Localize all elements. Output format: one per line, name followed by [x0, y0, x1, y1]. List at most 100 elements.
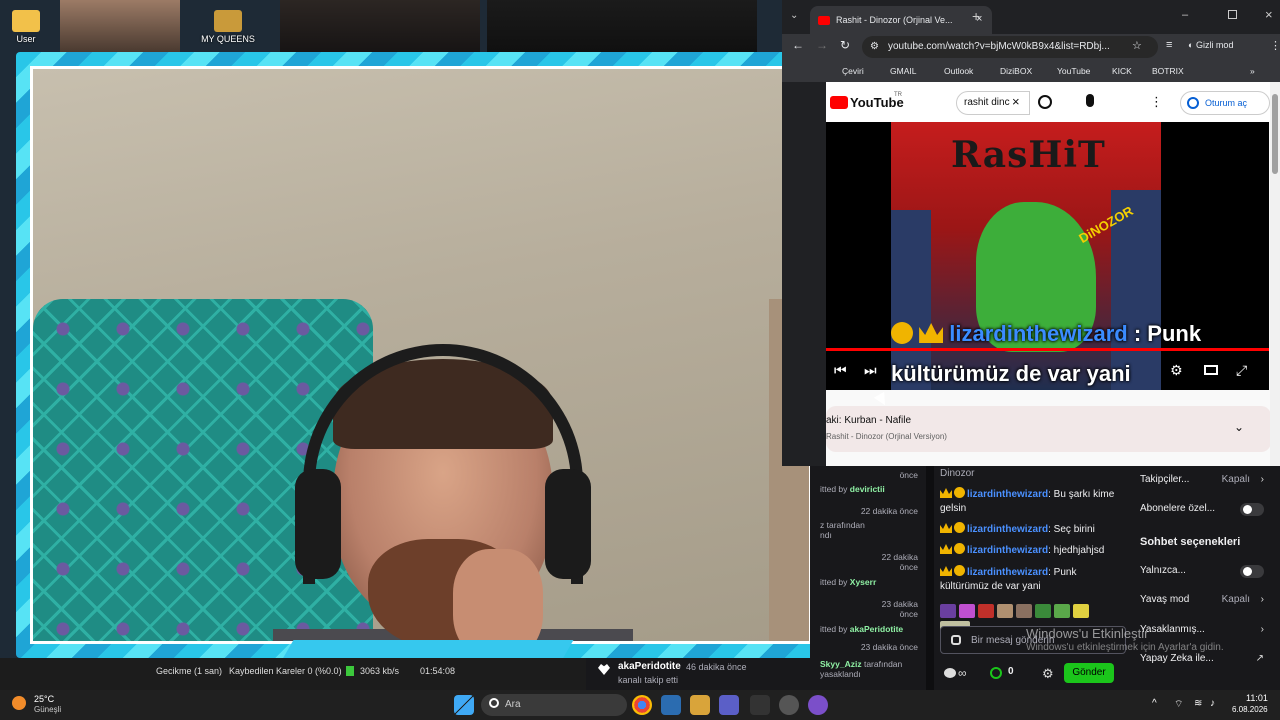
bookmarks-bar: Çeviri GMAIL Outlook DiziBOX YouTube KIC…	[782, 60, 1280, 82]
scrollbar[interactable]	[1270, 82, 1280, 466]
close-icon[interactable]: ×	[1265, 7, 1273, 22]
site-info-icon[interactable]: ⚙	[870, 41, 879, 52]
forward-icon[interactable]: →	[816, 38, 828, 52]
overlay-line: lizardinthewizard : Punk	[891, 314, 1269, 354]
chat-message[interactable]: lizardinthewizard: hjedhjahjsd	[940, 543, 1126, 558]
weather-temp[interactable]: 25°C	[34, 694, 54, 704]
bookmark-star-icon[interactable]: ☆	[1132, 39, 1142, 52]
more-menu-icon[interactable]: ⋮	[1270, 39, 1280, 52]
back-icon[interactable]: ←	[792, 38, 804, 52]
activity-item[interactable]: itted by Xyserr	[820, 577, 920, 587]
chevron-right-icon: ›	[1260, 624, 1264, 635]
setting-slow-mode[interactable]: Yavaş mod Kapalı ›	[1140, 594, 1264, 610]
next-icon[interactable]: ⏭	[864, 362, 877, 379]
user-icon[interactable]	[944, 668, 956, 678]
emote-icon[interactable]	[997, 604, 1013, 618]
new-tab-icon[interactable]: +	[972, 8, 980, 24]
activity-time: 22 dakika önce	[860, 506, 918, 516]
setting-only[interactable]: Yalnızca...	[1140, 565, 1264, 581]
chevron-right-icon: ›	[1260, 594, 1264, 605]
windows-start-icon[interactable]	[454, 695, 474, 715]
chat-message[interactable]: lizardinthewizard: Bu şarkı kime gelsin	[940, 487, 1126, 516]
address-bar[interactable]: ⚙ youtube.com/watch?v=bjMcW0kB9x4&list=R…	[862, 36, 1158, 58]
next-song-card[interactable]: aki: Kurban - Nafile Rashit - Dinozor (O…	[826, 406, 1271, 452]
chevron-up-icon[interactable]: ^	[1152, 698, 1157, 709]
browser-tab[interactable]: Rashit - Dinozor (Orjinal Ve... ×	[810, 6, 992, 34]
clock-time[interactable]: 11:01	[1246, 693, 1268, 703]
tab-search-icon[interactable]: ⌄	[790, 10, 798, 21]
emote-icon[interactable]	[1016, 604, 1032, 618]
emote-icon[interactable]	[940, 604, 956, 618]
streaming-app-icon[interactable]	[808, 695, 828, 715]
microphone-icon[interactable]	[1086, 94, 1094, 107]
emote-icon[interactable]	[978, 604, 994, 618]
setting-subscribers[interactable]: Abonelere özel...	[1140, 503, 1264, 519]
settings-menu-icon[interactable]: ⋮	[1150, 94, 1163, 110]
send-button[interactable]: Gönder	[1064, 663, 1114, 683]
chat-message[interactable]: lizardinthewizard: Seç birini	[940, 522, 1126, 537]
more-bookmarks-icon[interactable]: »	[1250, 66, 1255, 76]
teams-icon[interactable]	[719, 695, 739, 715]
bookmark-ceviri[interactable]: Çeviri	[842, 66, 864, 76]
gear-icon[interactable]: ⚙	[1042, 666, 1054, 682]
emote-icon[interactable]	[959, 604, 975, 618]
gear-icon[interactable]: ⚙	[1170, 362, 1183, 379]
chrome-icon[interactable]	[632, 695, 652, 715]
activity-item[interactable]: Skyy_Aziz tarafından yasaklandı	[820, 659, 920, 679]
youtube-logo-icon[interactable]	[830, 96, 848, 109]
network-icon[interactable]: ⌔	[1174, 698, 1183, 711]
bookmark-youtube[interactable]: YouTube	[1057, 66, 1090, 76]
bookmark-gmail[interactable]: GMAIL	[890, 66, 916, 76]
background-video-thumb	[280, 0, 480, 52]
reload-icon[interactable]: ↻	[840, 38, 850, 52]
emote-icon[interactable]	[1054, 604, 1070, 618]
toggle-switch[interactable]	[1240, 565, 1264, 578]
clock-date[interactable]: 6.08.2026	[1232, 705, 1268, 714]
wifi-icon[interactable]: ≋	[1194, 698, 1202, 709]
bookmark-outlook[interactable]: Outlook	[944, 66, 973, 76]
bookmark-botrix[interactable]: BOTRIX	[1152, 66, 1184, 76]
signal-icon	[346, 666, 354, 676]
youtube-favicon-icon	[818, 16, 830, 25]
emote-icon[interactable]	[1073, 604, 1089, 618]
volume-icon[interactable]: ♪	[1210, 698, 1215, 709]
scrollbar-thumb[interactable]	[1272, 94, 1278, 174]
emote-bar[interactable]	[940, 604, 1120, 635]
search-icon[interactable]	[1038, 95, 1052, 109]
setting-ai[interactable]: Yapay Zeka ile... ↗	[1140, 653, 1264, 669]
chat-message[interactable]: lizardinthewizard: Punk kültürümüz de va…	[940, 565, 1126, 594]
channel-points-icon[interactable]	[990, 667, 1002, 679]
tab-list-icon[interactable]: ≡	[1166, 39, 1172, 51]
previous-icon[interactable]: ⏮	[834, 362, 847, 379]
weather-sun-icon[interactable]	[12, 696, 26, 710]
chevron-down-icon[interactable]: ⌄	[1234, 420, 1244, 434]
desktop-icon-user[interactable]: User	[0, 10, 56, 44]
toggle-switch[interactable]	[1240, 503, 1264, 516]
bookmark-dizibox[interactable]: DiziBOX	[1000, 66, 1032, 76]
clear-search-icon[interactable]: ×	[1012, 94, 1020, 109]
video-player[interactable]: RasHiT DiNOZOR lizardinthewizard : Punk …	[826, 122, 1269, 390]
emote-icon[interactable]	[1035, 604, 1051, 618]
obs-icon[interactable]	[779, 695, 799, 715]
activity-time: önce	[899, 470, 918, 480]
desktop-icon-my-queens[interactable]: MY QUEENS	[198, 10, 258, 44]
sign-in-button[interactable]: Oturum aç	[1180, 91, 1270, 115]
setting-followers[interactable]: Takipçiler... Kapalı ›	[1140, 474, 1264, 490]
activity-item[interactable]: itted by devirictii	[820, 484, 920, 494]
taskbar-search[interactable]: Ara	[481, 694, 627, 716]
photos-icon[interactable]	[661, 695, 681, 715]
bookmark-kick[interactable]: KICK	[1112, 66, 1132, 76]
emote-picker-icon[interactable]	[951, 635, 961, 645]
incognito-indicator[interactable]: ◐ Gizli mod	[1188, 40, 1233, 50]
activity-item[interactable]: itted by akaPeridotite	[820, 624, 920, 634]
maximize-icon[interactable]	[1228, 10, 1237, 19]
miniplayer-icon[interactable]	[1204, 365, 1218, 375]
epic-games-icon[interactable]	[750, 695, 770, 715]
activity-item[interactable]: z tarafından ndı	[820, 520, 920, 540]
minimize-icon[interactable]: –	[1182, 9, 1188, 21]
follow-user: akaPeridotite	[618, 661, 681, 672]
setting-banned[interactable]: Yasaklanmış... ›	[1140, 624, 1264, 640]
headphone-earcup-right	[545, 469, 591, 579]
fullscreen-icon[interactable]: ⤢	[1236, 362, 1247, 379]
file-explorer-icon[interactable]	[690, 695, 710, 715]
